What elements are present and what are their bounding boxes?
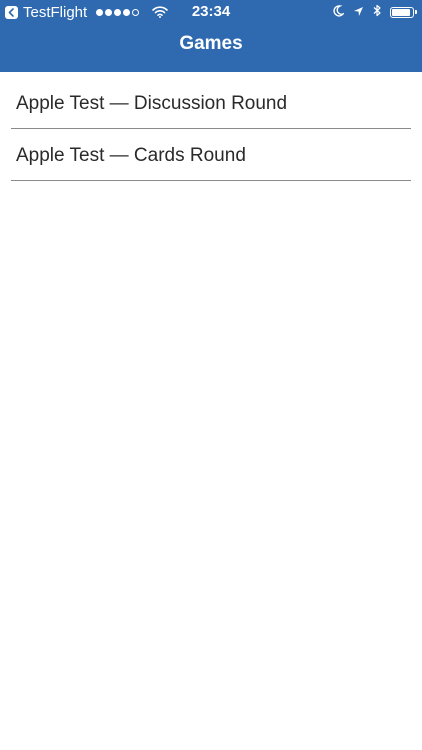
signal-dot	[96, 8, 104, 16]
list-item-discussion-round[interactable]: Apple Test — Discussion Round	[0, 77, 422, 129]
list-item-cards-round[interactable]: Apple Test — Cards Round	[0, 129, 422, 181]
status-right	[333, 3, 417, 21]
page-title: Games	[179, 33, 243, 54]
location-arrow-icon	[353, 4, 364, 21]
battery-fill	[392, 8, 410, 16]
signal-dot	[123, 8, 131, 16]
signal-dot	[105, 8, 113, 16]
row-divider	[11, 180, 411, 181]
signal-dot	[114, 8, 122, 16]
back-arrow-icon[interactable]	[5, 5, 18, 19]
games-list: Apple Test — Discussion Round Apple Test…	[0, 77, 422, 181]
status-bar: TestFlight 23:34	[0, 0, 422, 24]
status-left: TestFlight	[5, 3, 169, 21]
back-app-label[interactable]: TestFlight	[23, 4, 87, 21]
signal-strength-icon	[96, 8, 140, 16]
signal-dot	[132, 8, 140, 16]
screen: TestFlight 23:34 Games Apple Test — Disc…	[0, 0, 422, 750]
wifi-icon	[152, 6, 169, 18]
list-item-label: Apple Test — Cards Round	[16, 145, 246, 166]
moon-icon	[333, 4, 346, 21]
list-item-label: Apple Test — Discussion Round	[16, 93, 288, 114]
bluetooth-icon	[373, 4, 381, 21]
battery-icon	[390, 6, 417, 18]
nav-header: TestFlight 23:34 Games	[0, 0, 422, 72]
